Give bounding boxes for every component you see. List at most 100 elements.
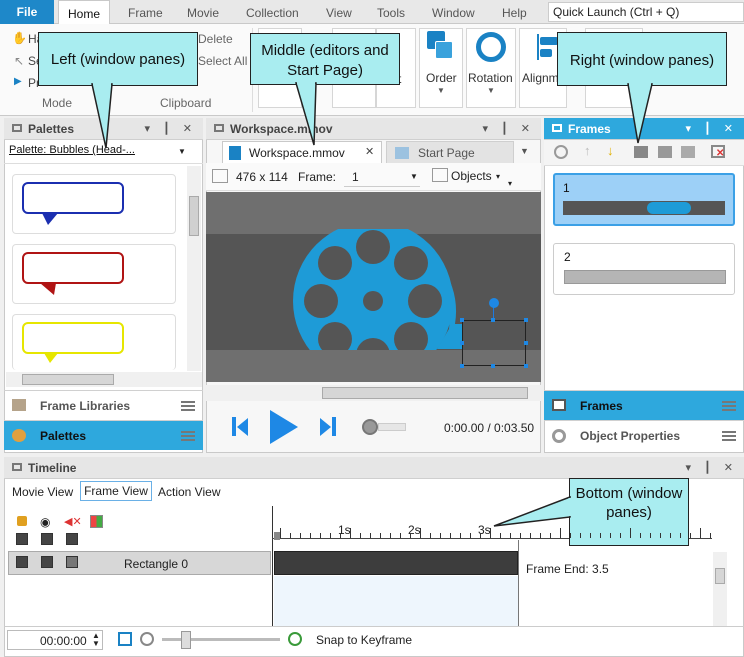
- frame-tool-icon-1[interactable]: [634, 146, 648, 158]
- view-movie[interactable]: Movie View: [12, 485, 73, 499]
- frame-end-label: Frame End: 3.5: [526, 562, 609, 576]
- skip-end-icon[interactable]: [320, 418, 331, 436]
- eye-icon[interactable]: ◉: [40, 515, 50, 529]
- bubble-yellow-tail: [44, 353, 58, 363]
- zoom-slider[interactable]: [162, 638, 280, 641]
- tab-workspace-label: Workspace.mmov: [249, 146, 345, 160]
- chevron-down-icon[interactable]: ▼: [520, 146, 529, 156]
- object-properties-tab[interactable]: Object Properties: [544, 420, 744, 450]
- snap-to-keyframe[interactable]: Snap to Keyframe: [316, 633, 412, 647]
- pane-controls[interactable]: ▾ ┃ ✕: [686, 457, 738, 479]
- ruler-tick: [430, 533, 431, 538]
- skip-end-bar: [332, 417, 336, 436]
- mute-icon[interactable]: ◀✕: [64, 515, 82, 528]
- delete-button[interactable]: Delete: [198, 32, 233, 46]
- frame-tool-icon-3[interactable]: [681, 146, 695, 158]
- resize-handle[interactable]: [460, 318, 464, 322]
- timeline-vscrollbar[interactable]: [713, 552, 727, 626]
- play-button[interactable]: [270, 410, 298, 444]
- pane-controls[interactable]: ▾ ┃ ✕: [686, 118, 738, 140]
- resize-handle[interactable]: [460, 364, 464, 368]
- palette-hscrollbar[interactable]: [6, 372, 202, 387]
- group-clipboard-label: Clipboard: [160, 96, 212, 110]
- frame-tool-icon-2[interactable]: [658, 146, 672, 158]
- volume-slider[interactable]: [378, 423, 406, 431]
- frames-tab[interactable]: Frames: [544, 390, 744, 420]
- overflow-icon[interactable]: ▾: [508, 179, 512, 188]
- film-reel-image[interactable]: [287, 229, 477, 379]
- file-menu[interactable]: File: [0, 0, 54, 24]
- tab-frame[interactable]: Frame: [128, 0, 163, 24]
- pane-controls[interactable]: ▾ ┃ ✕: [145, 118, 197, 140]
- rotation-label: Rotation: [468, 71, 513, 85]
- zoom-in-icon[interactable]: [288, 632, 302, 646]
- resize-handle[interactable]: [524, 364, 528, 368]
- timeline-playhead[interactable]: [272, 506, 273, 626]
- resize-handle[interactable]: [524, 341, 528, 345]
- bubble-blue: [22, 182, 124, 214]
- timeline-bar[interactable]: [274, 551, 518, 575]
- zoom-slider-thumb[interactable]: [181, 631, 191, 649]
- ruler-tick: [530, 533, 531, 538]
- ruler-tick: [600, 533, 601, 538]
- pane-window-icon: [552, 124, 562, 132]
- tab-movie[interactable]: Movie: [187, 0, 219, 24]
- group-mode-label: Mode: [42, 96, 73, 110]
- pane-controls[interactable]: ▾ ┃ ✕: [483, 118, 535, 140]
- select-all-button[interactable]: Select All: [198, 54, 247, 68]
- frame-item-2[interactable]: 2: [553, 243, 735, 295]
- color-icon[interactable]: [90, 515, 103, 528]
- tab-start-page[interactable]: Start Page: [386, 141, 514, 163]
- lock-icon[interactable]: [17, 516, 27, 526]
- timeline-header: Timeline ▾ ┃ ✕: [4, 457, 744, 479]
- palettes-tab[interactable]: Palettes: [4, 420, 203, 450]
- rectangle-object[interactable]: [462, 320, 526, 366]
- zoom-out-icon[interactable]: [140, 632, 154, 646]
- visibility-toggle[interactable]: [41, 533, 53, 545]
- frame-item-1[interactable]: 1: [553, 173, 735, 226]
- lock-toggle[interactable]: [16, 533, 28, 545]
- arrow-up-icon[interactable]: ↑: [584, 143, 591, 158]
- zoom-fit-icon[interactable]: [118, 632, 132, 646]
- play-small-icon: ▶: [14, 76, 22, 87]
- objects-menu[interactable]: Objects: [451, 169, 492, 183]
- time-input[interactable]: 00:00:00 ▲ ▼: [7, 630, 103, 650]
- resize-handle[interactable]: [491, 364, 495, 368]
- resize-handle[interactable]: [491, 318, 495, 322]
- spinner-icon[interactable]: ▲ ▼: [92, 632, 100, 648]
- palette-dropdown[interactable]: Palette: Bubbles (Head-...: [9, 144, 179, 160]
- ruler-tick: [390, 533, 391, 538]
- row-lock-toggle[interactable]: [16, 556, 28, 568]
- palette-vscrollbar[interactable]: [187, 166, 201, 371]
- objects-icon: [432, 168, 448, 182]
- view-action[interactable]: Action View: [158, 485, 220, 499]
- tab-view[interactable]: View: [326, 0, 352, 24]
- frame-libraries-tab[interactable]: Frame Libraries: [4, 390, 203, 420]
- tab-help[interactable]: Help: [502, 0, 527, 24]
- quick-launch-input[interactable]: Quick Launch (Ctrl + Q): [548, 2, 744, 22]
- frame-select[interactable]: 1 ▼: [344, 167, 420, 187]
- tab-workspace-doc[interactable]: Workspace.mmov ✕: [222, 141, 382, 163]
- row-mute-toggle[interactable]: [66, 556, 78, 568]
- arrow-down-icon[interactable]: ↓: [607, 143, 614, 158]
- canvas-hscrollbar[interactable]: [206, 385, 541, 401]
- tab-collection[interactable]: Collection: [246, 0, 299, 24]
- ruler-tick: [330, 533, 331, 538]
- ruler-tick: [660, 533, 661, 538]
- add-frame-icon[interactable]: [554, 145, 568, 159]
- tab-window[interactable]: Window: [432, 0, 475, 24]
- tab-tools[interactable]: Tools: [377, 0, 405, 24]
- mute-toggle[interactable]: [66, 533, 78, 545]
- close-icon[interactable]: ✕: [365, 145, 374, 158]
- resize-handle[interactable]: [460, 341, 464, 345]
- row-visibility-toggle[interactable]: [41, 556, 53, 568]
- ruler-tick: [570, 533, 571, 538]
- tab-home[interactable]: Home: [58, 0, 110, 24]
- resize-handle[interactable]: [524, 318, 528, 322]
- view-frame[interactable]: Frame View: [80, 481, 152, 501]
- ruler-tick: [320, 533, 321, 538]
- skip-start-icon[interactable]: [232, 417, 236, 436]
- rotation-handle[interactable]: [489, 298, 499, 308]
- volume-knob[interactable]: [362, 419, 378, 435]
- ruler-tick: [300, 533, 301, 538]
